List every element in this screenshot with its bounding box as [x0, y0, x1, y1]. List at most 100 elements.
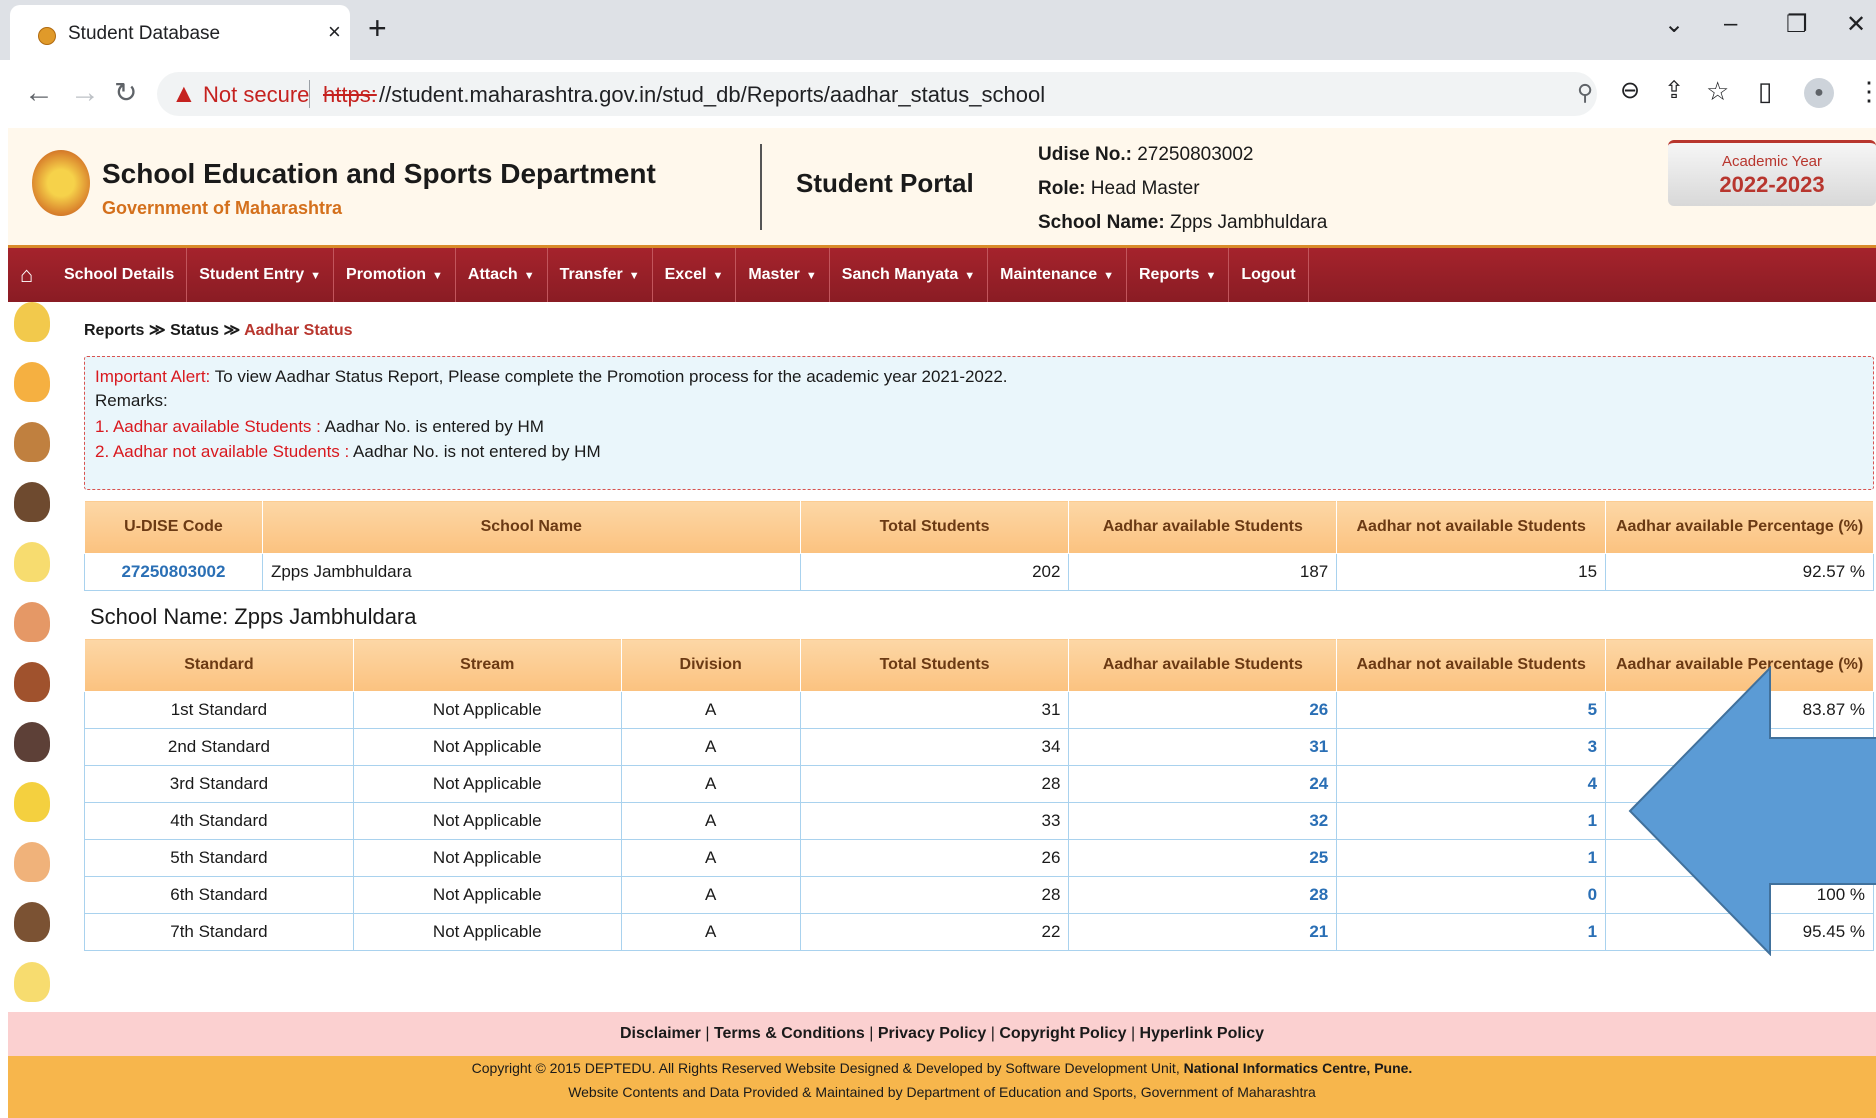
side-panel-icon[interactable]: ▯ [1758, 76, 1772, 107]
aadhar-available-link[interactable]: 28 [1068, 876, 1338, 914]
address-bar[interactable]: ▲ Not secure https: //student.maharashtr… [157, 72, 1597, 116]
child-illustration-icon [14, 782, 50, 822]
table-row: 1st Standard Not Applicable A 31 26 5 83.87 % [84, 691, 1874, 729]
division-cell: A [620, 802, 801, 840]
tab-title: Student Database [68, 23, 221, 44]
menu-item-promotion[interactable]: Promotion ▼ [334, 248, 456, 302]
aadhar-not-available-link[interactable]: 0 [1336, 876, 1607, 914]
profile-avatar-icon[interactable]: ● [1804, 78, 1834, 108]
menu-item-sanch-manyata[interactable]: Sanch Manyata ▼ [830, 248, 989, 302]
zoom-icon[interactable]: ⊖ [1620, 76, 1640, 105]
omnibox-separator [309, 80, 310, 108]
footer-link-terms-conditions[interactable]: Terms & Conditions [714, 1025, 865, 1042]
not-secure-label[interactable]: Not secure [203, 82, 309, 108]
share-icon[interactable]: ⇪ [1664, 76, 1684, 105]
footer-separator: | [986, 1025, 1000, 1042]
browser-tab[interactable]: Student Database × [10, 5, 350, 60]
menu-item-student-entry[interactable]: Student Entry ▼ [187, 248, 335, 302]
menu-item-transfer[interactable]: Transfer ▼ [548, 248, 653, 302]
caret-down-icon: ▼ [964, 270, 976, 282]
academic-year-label: Academic Year [1721, 153, 1823, 170]
menu-item-label: Excel [664, 266, 707, 283]
table-row: 6th Standard Not Applicable A 28 28 0 100 % [84, 876, 1874, 914]
total-students-cell: 202 [799, 553, 1070, 591]
menu-item-master[interactable]: Master ▼ [736, 248, 830, 302]
aadhar-available-link[interactable]: 31 [1068, 728, 1338, 766]
stream-cell: Not Applicable [352, 765, 622, 803]
copyright-text: Copyright © 2015 DEPTEDU. All Rights Res… [471, 1060, 1180, 1076]
breadcrumb-item-reports[interactable]: Reports [84, 322, 144, 339]
aadhar-not-available-link[interactable]: 1 [1336, 913, 1607, 951]
child-illustration-icon [14, 902, 50, 942]
close-window-icon[interactable]: ✕ [1846, 10, 1866, 39]
aadhar-not-available-link[interactable]: 5 [1336, 691, 1607, 729]
aadhar-available-link[interactable]: 32 [1068, 802, 1338, 840]
footer-link-disclaimer[interactable]: Disclaimer [620, 1025, 701, 1042]
table-row: 3rd Standard Not Applicable A 28 24 4 [84, 765, 1874, 803]
udise-code-link[interactable]: 27250803002 [84, 553, 263, 591]
reload-icon[interactable]: ↻ [114, 76, 137, 109]
aadhar-available-cell: 187 [1068, 553, 1338, 591]
breadcrumb-current: Aadhar Status [244, 322, 353, 339]
child-illustration-icon [14, 602, 50, 642]
menu-item-excel[interactable]: Excel ▼ [653, 248, 737, 302]
menu-item-label: Reports [1138, 266, 1200, 283]
back-icon[interactable]: ← [24, 76, 54, 110]
academic-year-box: Academic Year 2022-2023 [1668, 140, 1876, 206]
detail-table-body: 1st Standard Not Applicable A 31 26 5 83.87 % 2… [84, 691, 1874, 951]
restore-icon[interactable]: ❐ [1786, 10, 1808, 39]
aadhar-not-available-link[interactable]: 3 [1336, 728, 1607, 766]
aadhar-not-available-link[interactable]: 4 [1336, 765, 1607, 803]
search-icon[interactable]: ⚲ [1577, 80, 1593, 106]
column-header: Aadhar not available Students [1336, 638, 1607, 692]
menu-item-label: Attach [467, 266, 518, 283]
menu-item-logout[interactable]: Logout [1229, 248, 1309, 302]
blue-arrow-annotation [1628, 666, 1876, 956]
remark-2-label: 2. Aadhar not available Students : [95, 442, 350, 461]
menu-dots-icon[interactable]: ⋮ [1856, 76, 1876, 107]
minimize-icon[interactable]: – [1724, 10, 1737, 38]
main-menu-bar: ⌂ School Details Student Entry ▼ Promotion ▼… [8, 248, 1876, 302]
maharashtra-emblem-icon [32, 150, 90, 216]
table-row: 2nd Standard Not Applicable A 34 31 3 [84, 728, 1874, 766]
menu-item-school-details[interactable]: School Details [52, 248, 188, 302]
stream-cell: Not Applicable [352, 728, 622, 766]
aadhar-percentage-cell: 92.57 % [1605, 553, 1874, 591]
column-header: Aadhar not available Students [1336, 500, 1607, 554]
footer-link-hyperlink-policy[interactable]: Hyperlink Policy [1140, 1025, 1265, 1042]
footer-separator: | [700, 1025, 714, 1042]
footer-link-privacy-policy[interactable]: Privacy Policy [878, 1025, 987, 1042]
aadhar-available-link[interactable]: 21 [1068, 913, 1338, 951]
bookmark-star-icon[interactable]: ☆ [1706, 76, 1729, 107]
forward-icon[interactable]: → [70, 76, 100, 110]
home-icon[interactable]: ⌂ [20, 262, 33, 288]
standard-wise-table: Standard Stream Division Total Students … [84, 638, 1874, 951]
child-illustration-icon [14, 722, 50, 762]
standard-cell: 7th Standard [84, 913, 354, 951]
aadhar-available-link[interactable]: 25 [1068, 839, 1338, 877]
menu-item-attach[interactable]: Attach ▼ [456, 248, 548, 302]
new-tab-button[interactable]: + [368, 10, 387, 47]
copyright-line: Copyright © 2015 DEPTEDU. All Rights Res… [8, 1056, 1876, 1080]
role-label: Role: [1038, 178, 1086, 199]
child-illustration-icon [14, 422, 50, 462]
aadhar-available-link[interactable]: 24 [1068, 765, 1338, 803]
aadhar-not-available-link[interactable]: 1 [1336, 839, 1607, 877]
school-name-heading: School Name: Zpps Jambhuldara [90, 604, 417, 629]
menu-item-reports[interactable]: Reports ▼ [1127, 248, 1230, 302]
tab-close-icon[interactable]: × [328, 19, 341, 45]
menu-item-maintenance[interactable]: Maintenance ▼ [988, 248, 1127, 302]
main-menu: School Details Student Entry ▼ Promotion ▼ At… [52, 248, 1309, 302]
school-value: Zpps Jambhuldara [1169, 212, 1328, 233]
breadcrumb-item-status[interactable]: Status [170, 322, 219, 339]
tab-search-icon[interactable]: ⌄ [1664, 10, 1684, 39]
udise-value: 27250803002 [1137, 144, 1254, 165]
aadhar-not-available-link[interactable]: 1 [1336, 802, 1607, 840]
caret-down-icon: ▼ [805, 270, 817, 282]
aadhar-available-link[interactable]: 26 [1068, 691, 1338, 729]
footer-link-copyright-policy[interactable]: Copyright Policy [999, 1025, 1126, 1042]
table-row: 7th Standard Not Applicable A 22 21 1 95.45 % [84, 913, 1874, 951]
column-header: Standard [84, 638, 354, 692]
stream-cell: Not Applicable [352, 802, 622, 840]
column-header: Total Students [799, 500, 1070, 554]
